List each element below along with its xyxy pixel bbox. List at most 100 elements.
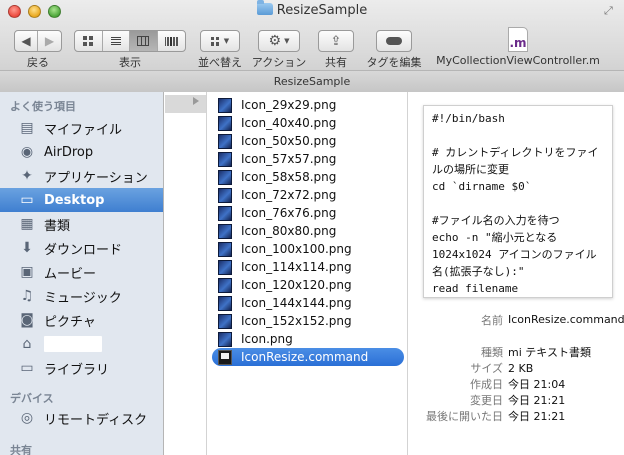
sidebar-item-label: ミュージック — [44, 290, 122, 306]
column-view-button[interactable] — [130, 31, 158, 51]
file-name: Icon_58x58.png — [241, 170, 337, 184]
file-name: Icon.png — [241, 332, 293, 346]
file-row[interactable]: Icon_114x114.png — [212, 258, 404, 276]
movies-icon: ▣ — [20, 264, 34, 280]
applications-icon: ✦ — [21, 168, 33, 184]
sidebar: よく使う項目 ▤ マイファイル ◉ AirDrop ✦ アプリケーション ▭ Deskt… — [0, 92, 164, 455]
parent-column[interactable] — [165, 92, 207, 455]
document-label[interactable]: MyCollectionViewController.m — [436, 54, 600, 67]
forward-button[interactable]: ▶ — [38, 31, 61, 51]
preview-column: #!/bin/bash # カレントディレクトリをファイルの場所に変更 cd `… — [409, 92, 624, 455]
document-icon-text: .m — [509, 36, 527, 50]
meta-key: サイズ — [470, 362, 503, 375]
file-name: Icon_72x72.png — [241, 188, 337, 202]
icon-view-button[interactable] — [75, 31, 103, 51]
sidebar-item-label: ダウンロード — [44, 242, 123, 258]
file-row[interactable]: Icon_152x152.png — [212, 312, 404, 330]
meta-name-row: 名前 IconResize.command — [409, 312, 624, 329]
meta-created-row: 作成日 今日 21:04 — [409, 376, 624, 393]
file-name: Icon_50x50.png — [241, 134, 337, 148]
arrange-button[interactable]: ▼ — [200, 30, 240, 52]
file-name: Icon_40x40.png — [241, 116, 337, 130]
file-row[interactable]: Icon_76x76.png — [212, 204, 404, 222]
document-icon[interactable]: .m — [508, 27, 528, 52]
edit-tags-button[interactable] — [376, 30, 412, 52]
png-file-icon — [218, 187, 232, 203]
sidebar-item-home[interactable]: ⌂ — [0, 332, 163, 356]
arrange-grid-icon — [210, 36, 220, 46]
favorites-header: よく使う項目 — [10, 100, 76, 113]
sidebar-item-desktop[interactable]: ▭ Desktop — [0, 188, 163, 212]
meta-key: 種類 — [481, 346, 503, 359]
disclosure-arrow-icon — [193, 97, 199, 105]
back-label: 戻る — [27, 56, 49, 69]
fullscreen-icon[interactable]: ⤢ — [604, 5, 616, 17]
list-view-button[interactable] — [103, 31, 130, 51]
meta-value: mi テキスト書類 — [508, 346, 591, 359]
column-view-icon — [137, 36, 150, 46]
file-row[interactable]: Icon_120x120.png — [212, 276, 404, 294]
meta-value: 今日 21:04 — [508, 378, 566, 391]
png-file-icon — [218, 331, 232, 347]
file-name: Icon_152x152.png — [241, 314, 352, 328]
sidebar-item-all-my-files[interactable]: ▤ マイファイル — [0, 116, 163, 140]
back-arrow-icon: ◀ — [21, 34, 31, 48]
sidebar-item-downloads[interactable]: ⬇ ダウンロード — [0, 236, 163, 260]
script-preview-text: #!/bin/bash # カレントディレクトリをファイルの場所に変更 cd `… — [432, 112, 599, 295]
cover-flow-button[interactable] — [158, 31, 185, 51]
home-icon: ⌂ — [22, 336, 32, 352]
file-row[interactable]: Icon_29x29.png — [212, 96, 404, 114]
sidebar-item-remote-disc[interactable]: ◎ リモートディスク — [0, 406, 163, 430]
sidebar-item-label: マイファイル — [44, 122, 123, 138]
action-button[interactable]: ⚙ ▼ — [258, 30, 300, 52]
sidebar-item-label: 書類 — [44, 218, 71, 234]
png-file-icon — [218, 241, 232, 257]
sidebar-item-label: ピクチャ — [44, 314, 96, 330]
chevron-down-icon: ▼ — [223, 37, 230, 45]
file-row[interactable]: Icon_50x50.png — [212, 132, 404, 150]
file-preview-thumbnail[interactable]: #!/bin/bash # カレントディレクトリをファイルの場所に変更 cd `… — [423, 105, 613, 298]
cover-flow-icon — [164, 36, 178, 46]
sidebar-item-library[interactable]: ▭ ライブラリ — [0, 356, 163, 380]
chevron-down-icon: ▼ — [284, 37, 290, 45]
back-button[interactable]: ◀ — [15, 31, 39, 51]
sidebar-item-label: リモートディスク — [44, 412, 148, 428]
file-row[interactable]: Icon.png — [212, 330, 404, 348]
file-row[interactable]: Icon_57x57.png — [212, 150, 404, 168]
png-file-icon — [218, 151, 232, 167]
file-row[interactable]: Icon_144x144.png — [212, 294, 404, 312]
png-file-icon — [218, 97, 232, 113]
sidebar-item-label: ムービー — [44, 266, 97, 282]
file-name: Icon_144x144.png — [241, 296, 352, 310]
file-row[interactable]: Icon_40x40.png — [212, 114, 404, 132]
list-view-icon — [110, 36, 121, 46]
png-file-icon — [218, 295, 232, 311]
sidebar-item-airdrop[interactable]: ◉ AirDrop — [0, 140, 163, 164]
file-row[interactable]: Icon_100x100.png — [212, 240, 404, 258]
window-title-text: ResizeSample — [276, 3, 368, 18]
gear-icon: ⚙ — [268, 33, 282, 49]
parent-selected-row[interactable] — [165, 95, 206, 113]
file-row-selected[interactable]: IconResize.command — [212, 348, 404, 366]
sidebar-item-applications[interactable]: ✦ アプリケーション — [0, 164, 163, 188]
window-title: ResizeSample — [0, 0, 624, 18]
file-name: Icon_114x114.png — [241, 260, 352, 274]
sidebar-item-movies[interactable]: ▣ ムービー — [0, 260, 163, 284]
meta-key: 変更日 — [470, 394, 503, 407]
share-button[interactable]: ⇪ — [318, 30, 354, 52]
file-row[interactable]: Icon_58x58.png — [212, 168, 404, 186]
meta-kind-row: 種類 mi テキスト書類 — [409, 344, 624, 361]
sidebar-item-documents[interactable]: ▦ 書類 — [0, 212, 163, 236]
file-row[interactable]: Icon_80x80.png — [212, 222, 404, 240]
meta-key: 作成日 — [470, 378, 503, 391]
sidebar-item-music[interactable]: ♫ ミュージック — [0, 284, 163, 308]
png-file-icon — [218, 169, 232, 185]
file-row[interactable]: Icon_72x72.png — [212, 186, 404, 204]
meta-value: 今日 21:21 — [508, 410, 566, 423]
meta-modified-row: 変更日 今日 21:21 — [409, 392, 624, 409]
path-bar: ResizeSample — [0, 70, 624, 92]
sidebar-item-pictures[interactable]: ◙ ピクチャ — [0, 308, 163, 332]
redacted-home-name — [44, 336, 102, 352]
tag-icon — [386, 37, 402, 45]
png-file-icon — [218, 259, 232, 275]
